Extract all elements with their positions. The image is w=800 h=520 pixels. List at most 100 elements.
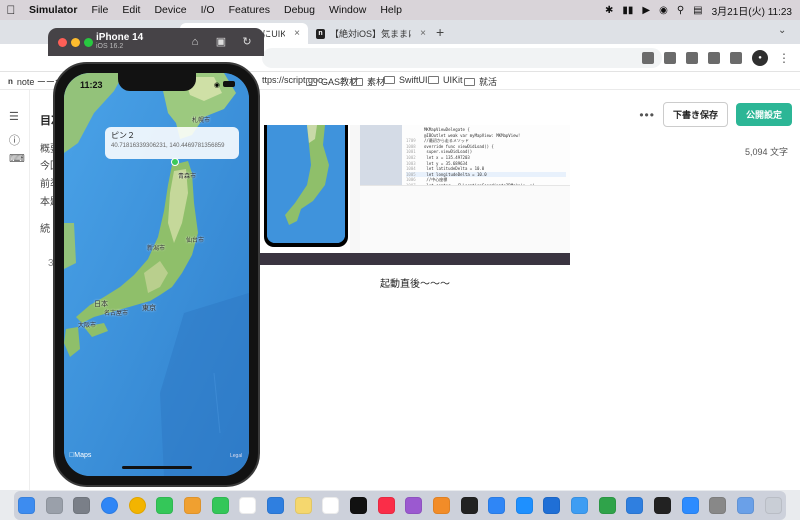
list-icon[interactable]: ☰ (9, 110, 21, 123)
dock-keynote-icon[interactable] (488, 497, 506, 514)
home-indicator[interactable] (122, 466, 192, 469)
article-screenshot-image[interactable]: MKMapViewDelegate {@IBOutlet weak var my… (260, 125, 570, 265)
image-caption[interactable]: 起動直後〜〜〜 (380, 275, 450, 290)
dock-numbers-icon[interactable] (598, 497, 616, 514)
rotate-icon[interactable]: ↻ (240, 36, 254, 48)
menu-edit[interactable]: Edit (115, 4, 147, 16)
menu-help[interactable]: Help (373, 4, 409, 16)
menu-device[interactable]: Device (147, 4, 193, 16)
phone-screen[interactable]: 11:23 ◉ ピン２ 40.71816339306231, 140.44697… (64, 73, 249, 476)
pin-callout[interactable]: ピン２ 40.71816339306231, 140.4469781356859 (105, 127, 239, 159)
dock-zoom-icon[interactable] (681, 497, 699, 514)
bookmark-shukatsu[interactable]: 就活 (464, 75, 497, 88)
dock-finder-icon[interactable] (18, 497, 35, 514)
bookmark-label: 素材 (367, 77, 386, 87)
dock-calendar-icon[interactable] (239, 497, 257, 514)
map-pin-marker[interactable] (171, 158, 179, 166)
menu-window[interactable]: Window (322, 4, 373, 16)
code-text: //最初から走るメソッド (424, 138, 469, 144)
search-icon[interactable]: ⚲ (677, 5, 684, 16)
pin-title: ピン２ (111, 131, 135, 140)
legal-link[interactable]: Legal (230, 453, 242, 459)
dock-notes-icon[interactable] (294, 497, 312, 514)
dock-hd-app-icon[interactable] (460, 497, 478, 514)
bookmark-star-icon[interactable] (664, 52, 676, 64)
share-icon[interactable] (642, 52, 654, 64)
toc-item[interactable]: 続 (40, 220, 50, 235)
control-center-icon[interactable]: ▤ (693, 5, 702, 16)
close-icon[interactable]: × (294, 28, 300, 39)
wifi-icon: ◉ (213, 82, 220, 89)
map-label-sapporo: 札幌市 (192, 118, 211, 124)
screenshot-icon[interactable]: ▣ (214, 36, 228, 48)
dock-chrome-icon[interactable] (128, 497, 146, 514)
sidepanel-icon[interactable] (730, 52, 742, 64)
extensions-puzzle-icon[interactable] (708, 52, 720, 64)
bookmark-sozai[interactable]: 素材 (352, 75, 385, 88)
menu-features[interactable]: Features (222, 4, 277, 16)
url-field[interactable] (262, 48, 662, 68)
dock-appstore-icon[interactable] (515, 497, 533, 514)
folder-icon (352, 77, 363, 86)
dock-tv-icon[interactable] (349, 497, 367, 514)
bookmark-swiftui[interactable]: SwiftUI (384, 75, 428, 85)
dock-xcode-icon[interactable] (543, 497, 561, 514)
dock-settings-icon[interactable] (73, 497, 91, 514)
dock-facetime-icon[interactable] (211, 497, 229, 514)
bookmark-uikit[interactable]: UIKit (428, 75, 463, 85)
bookmark-label: UIKit (443, 75, 463, 85)
tab-uikit52[interactable]: n 【絶対iOS】気ままにUIKit52〜M × (308, 23, 434, 44)
dock-messages-icon[interactable] (156, 497, 174, 514)
play-icon[interactable]: ▶ (642, 5, 650, 16)
dock-terminal-icon[interactable] (654, 497, 672, 514)
code-text: let y = 35.689634 (424, 160, 468, 166)
dock-launchpad-icon[interactable] (45, 497, 63, 514)
chevron-down-icon[interactable]: ⌄ (778, 25, 786, 36)
folder-icon (464, 77, 475, 86)
map-label-sendai: 仙台市 (186, 238, 205, 244)
zoom-window-icon[interactable] (84, 38, 93, 47)
keyboard-icon[interactable]: ⌨ (9, 152, 25, 165)
simulator-titlebar[interactable]: iPhone 14 iOS 16.2 ⌂ ▣ ↻ (48, 28, 264, 56)
bookmark-gas[interactable]: GAS教材 (306, 75, 358, 88)
minimize-window-icon[interactable] (71, 38, 80, 47)
embedded-divider (350, 125, 360, 260)
dock-simulator-icon[interactable] (626, 497, 644, 514)
dynamic-notch (118, 73, 196, 91)
extension-f-icon[interactable] (686, 52, 698, 64)
menu-app-name[interactable]: Simulator (22, 4, 84, 16)
more-vertical-icon[interactable]: ⋮ (778, 51, 790, 65)
dock-music-icon[interactable] (377, 497, 395, 514)
bluetooth-icon[interactable]: ✱ (605, 5, 613, 16)
menubar-clock[interactable]: 3月21日(火) 11:23 (712, 3, 792, 18)
new-tab-icon[interactable]: + (436, 24, 444, 40)
bookmark-label: SwiftUI (399, 75, 428, 85)
home-icon[interactable]: ⌂ (188, 36, 202, 48)
help-icon[interactable]: ⓘ (9, 132, 21, 147)
dock-books-icon[interactable] (432, 497, 450, 514)
dock-safari-icon[interactable] (100, 497, 118, 514)
save-draft-button[interactable]: 下書き保存 (662, 102, 728, 127)
dock-reminders-icon[interactable] (322, 497, 340, 514)
status-icons: ◉ (214, 81, 235, 89)
dock-files-icon[interactable] (266, 497, 284, 514)
close-window-icon[interactable] (58, 38, 67, 47)
wifi-icon[interactable]: ◉ (659, 5, 668, 16)
dock-testflight-icon[interactable] (571, 497, 589, 514)
menu-io[interactable]: I/O (194, 4, 222, 16)
publish-settings-button[interactable]: 公開設定 (735, 103, 792, 126)
dock-calculator-icon[interactable] (709, 497, 727, 514)
avatar[interactable]: ● (752, 50, 768, 66)
close-icon[interactable]: × (420, 28, 426, 39)
battery-icon (223, 81, 235, 87)
menu-file[interactable]: File (84, 4, 115, 16)
apple-icon[interactable]:  (0, 3, 22, 17)
dock-podcasts-icon[interactable] (405, 497, 423, 514)
battery-icon[interactable]: ▮▮ (622, 5, 633, 16)
dock-preview-icon[interactable] (737, 497, 755, 514)
dock-photos-icon[interactable] (183, 497, 201, 514)
dock-trash-icon[interactable] (764, 497, 782, 514)
menu-debug[interactable]: Debug (277, 4, 322, 16)
code-text: @IBOutlet weak var myMapView: MKMapView! (424, 132, 521, 138)
more-horizontal-icon[interactable]: ••• (639, 108, 655, 122)
